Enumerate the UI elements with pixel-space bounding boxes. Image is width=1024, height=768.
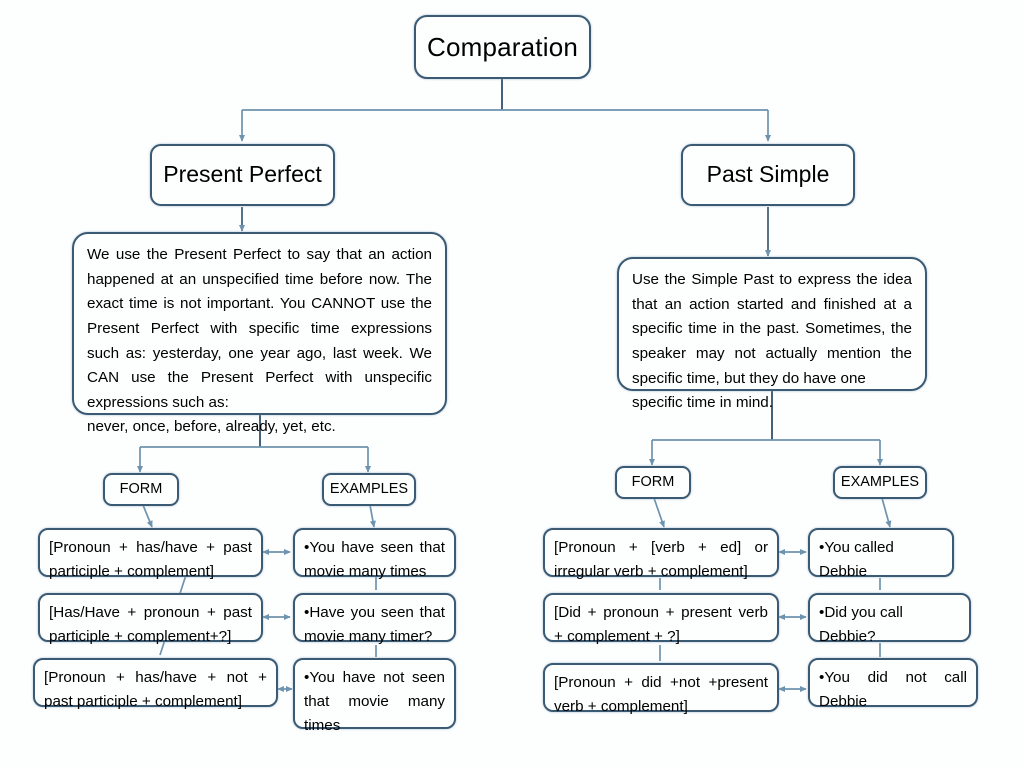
ps-examples-label-text: EXAMPLES xyxy=(840,473,920,490)
ps-form-label-text: FORM xyxy=(631,473,675,490)
node-ps-form-label[interactable]: FORM xyxy=(615,466,691,499)
node-ps-form-1[interactable]: [Pronoun + [verb + ed] or irregular verb… xyxy=(543,528,779,581)
node-ps-examples-label[interactable]: EXAMPLES xyxy=(833,466,927,499)
edge-ps-examples-to-item1 xyxy=(881,497,892,528)
pp-form-2-text: [Has/Have + pronoun + past participle + … xyxy=(49,604,252,646)
node-past-simple-description[interactable]: Use the Simple Past to express the idea … xyxy=(617,257,927,411)
present-perfect-description: We use the Present Perfect to say that a… xyxy=(74,234,445,435)
pp-form-1-text: [Pronoun + has/have + past participle + … xyxy=(49,539,252,581)
node-ps-example-3[interactable]: •You did not call Debbie xyxy=(808,658,978,711)
node-ps-example-2[interactable]: •Did you call Debbie? xyxy=(808,593,971,646)
ps-form-3-text: [Pronoun + did +not +present verb + comp… xyxy=(554,674,768,716)
ps-example-1-text: •You called Debbie xyxy=(819,539,894,581)
edge-pp-examples-to-item1 xyxy=(369,504,376,528)
ps-example-3-text: •You did not call Debbie xyxy=(819,669,967,711)
pp-example-1-text: •You have seen that movie many times xyxy=(304,539,445,581)
pp-form-3-text: [Pronoun + has/have + not + past partici… xyxy=(44,669,267,711)
node-pp-form-1[interactable]: [Pronoun + has/have + past participle + … xyxy=(38,528,263,581)
node-pp-example-2[interactable]: •Have you seen that movie many timer? xyxy=(293,593,456,646)
ps-form-2-text: [Did + pronoun + present verb + compleme… xyxy=(554,604,768,646)
pp-example-2-text: •Have you seen that movie many timer? xyxy=(304,604,445,646)
past-simple-description: Use the Simple Past to express the idea … xyxy=(619,259,925,411)
pp-form-label-text: FORM xyxy=(119,480,163,497)
node-ps-form-3[interactable]: [Pronoun + did +not +present verb + comp… xyxy=(543,663,779,716)
node-pp-form-3[interactable]: [Pronoun + has/have + not + past partici… xyxy=(33,658,278,711)
node-pp-form-2[interactable]: [Has/Have + pronoun + past participle + … xyxy=(38,593,263,646)
present-perfect-description-last-line: never, once, before, already, yet, etc. xyxy=(87,418,336,436)
past-simple-label: Past Simple xyxy=(706,161,830,188)
ps-example-2-text: •Did you call Debbie? xyxy=(819,604,903,646)
node-present-perfect-description[interactable]: We use the Present Perfect to say that a… xyxy=(72,232,447,435)
diagram-canvas: Comparation Present Perfect Past Simple … xyxy=(0,0,1024,768)
node-pp-form-label[interactable]: FORM xyxy=(103,473,179,506)
node-comparation[interactable]: Comparation xyxy=(414,15,591,79)
present-perfect-label: Present Perfect xyxy=(163,161,322,188)
node-pp-example-1[interactable]: •You have seen that movie many times xyxy=(293,528,456,581)
past-simple-description-last-line: specific time in mind. xyxy=(632,394,773,412)
pp-example-3-text: •You have not seen that movie many times xyxy=(304,669,445,735)
node-past-simple[interactable]: Past Simple xyxy=(681,144,855,206)
ps-form-1-text: [Pronoun + [verb + ed] or irregular verb… xyxy=(554,539,768,581)
past-simple-description-body: Use the Simple Past to express the idea … xyxy=(632,271,912,387)
present-perfect-description-body: We use the Present Perfect to say that a… xyxy=(87,246,432,411)
comparation-label: Comparation xyxy=(426,31,579,62)
edge-pp-form-to-item1 xyxy=(142,504,153,528)
node-pp-example-3[interactable]: •You have not seen that movie many times xyxy=(293,658,456,735)
node-pp-examples-label[interactable]: EXAMPLES xyxy=(322,473,416,506)
node-present-perfect[interactable]: Present Perfect xyxy=(150,144,335,206)
edge-ps-form-to-item1 xyxy=(653,497,665,528)
pp-examples-label-text: EXAMPLES xyxy=(329,480,409,497)
node-ps-form-2[interactable]: [Did + pronoun + present verb + compleme… xyxy=(543,593,779,646)
node-ps-example-1[interactable]: •You called Debbie xyxy=(808,528,954,581)
